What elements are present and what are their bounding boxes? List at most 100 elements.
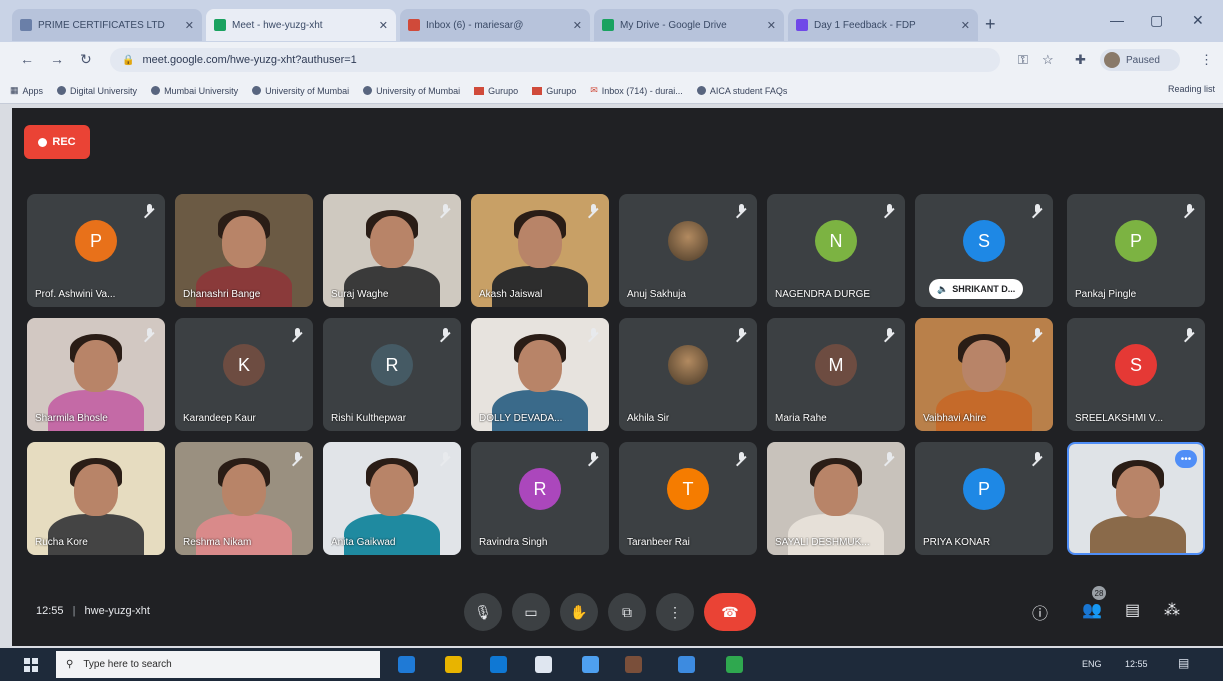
participant-tile[interactable]: Dhanashri Bange — [175, 194, 313, 307]
raise-hand-button[interactable]: ✋ — [560, 593, 598, 631]
bookmark-item[interactable]: ▦ Apps — [10, 85, 43, 96]
lock-icon: 🔒 — [122, 54, 135, 66]
more-options-icon[interactable]: ••• — [1175, 450, 1197, 468]
browser-tab[interactable]: Meet - hwe-yuzg-xht ✕ — [206, 9, 396, 41]
mic-muted-icon — [588, 452, 599, 466]
participant-tile[interactable]: Anita Gaikwad — [323, 442, 461, 555]
tab-close-icon[interactable]: ✕ — [379, 19, 388, 32]
close-window-button[interactable]: ✕ — [1192, 12, 1204, 29]
participant-tile[interactable]: T Taranbeer Rai — [619, 442, 757, 555]
mic-muted-icon — [292, 452, 303, 466]
mic-muted-icon — [440, 452, 451, 466]
taskbar-app-icon[interactable] — [678, 656, 695, 673]
bookmark-label: Gurupo — [546, 85, 577, 96]
end-call-button[interactable]: ☎ — [704, 593, 756, 631]
taskbar-app-icon[interactable] — [582, 656, 599, 673]
reload-button[interactable]: ↻ — [80, 51, 92, 68]
participant-tile[interactable]: DOLLY DEVADA... — [471, 318, 609, 431]
present-button[interactable]: ⧉ — [608, 593, 646, 631]
participant-tile[interactable]: Akhila Sir — [619, 318, 757, 431]
participant-tile[interactable]: R Rishi Kulthepwar — [323, 318, 461, 431]
participant-figure — [370, 216, 414, 268]
reading-list-button[interactable]: Reading list — [1168, 84, 1215, 94]
participant-tile[interactable]: K Karandeep Kaur — [175, 318, 313, 431]
minimize-button[interactable]: — — [1110, 12, 1124, 28]
bookmark-item[interactable]: Digital University — [57, 86, 137, 96]
taskbar-app-icon[interactable] — [726, 656, 743, 673]
participant-tile[interactable]: M Maria Rahe — [767, 318, 905, 431]
tab-title: PRIME CERTIFICATES LTD — [38, 19, 165, 31]
participant-figure — [344, 266, 440, 307]
participant-tile[interactable]: Reshma Nikam — [175, 442, 313, 555]
taskbar-app-icon[interactable] — [445, 656, 462, 673]
record-dot-icon — [38, 137, 48, 147]
taskbar-app-icon[interactable] — [398, 656, 415, 673]
maximize-button[interactable]: ▢ — [1150, 12, 1163, 29]
bookmark-item[interactable]: Gurupo — [474, 86, 518, 96]
taskbar-app-icon[interactable] — [625, 656, 642, 673]
mic-muted-icon — [588, 204, 599, 218]
bookmark-item[interactable]: AICA student FAQs — [696, 86, 787, 96]
notifications-icon[interactable]: ▤ — [1178, 656, 1189, 670]
participant-initial-avatar: M — [815, 344, 857, 387]
tab-close-icon[interactable]: ✕ — [573, 19, 582, 32]
tab-close-icon[interactable]: ✕ — [961, 19, 970, 32]
participant-count-badge: 28 — [1092, 586, 1106, 600]
browser-tab[interactable]: Inbox (6) - mariesar@ ✕ — [400, 9, 590, 41]
participant-tile[interactable]: P PRIYA KONAR — [915, 442, 1053, 555]
bookmark-site-icon — [363, 86, 373, 95]
participant-tile[interactable]: Vaibhavi Ahire — [915, 318, 1053, 431]
tab-favicon-icon — [796, 19, 808, 31]
star-icon[interactable]: ☆ — [1042, 52, 1054, 68]
participant-tile[interactable]: SAYALI DESHMUK... — [767, 442, 905, 555]
taskbar-app-icon[interactable] — [535, 656, 552, 673]
participant-tile[interactable]: P Prof. Ashwini Va... — [27, 194, 165, 307]
activities-icon[interactable]: ⁂ — [1164, 600, 1180, 620]
browser-tab[interactable]: PRIME CERTIFICATES LTD ✕ — [12, 9, 202, 41]
more-options-button[interactable]: ⋮ — [656, 593, 694, 631]
bookmark-item[interactable]: ✉ Inbox (714) - durai... — [590, 85, 683, 96]
participant-tile[interactable]: P Pankaj Pingle — [1067, 194, 1205, 307]
browser-tab[interactable]: Day 1 Feedback - FDP ✕ — [788, 9, 978, 41]
new-tab-button[interactable]: + — [985, 14, 996, 35]
participant-tile[interactable]: N NAGENDRA DURGE — [767, 194, 905, 307]
participant-tile[interactable]: ••• — [1067, 442, 1205, 555]
participant-tile[interactable]: Rucha Kore — [27, 442, 165, 555]
info-icon[interactable]: ⓘ — [1032, 600, 1048, 624]
bookmark-item[interactable]: Mumbai University — [151, 86, 238, 96]
participant-tile[interactable]: Anuj Sakhuja — [619, 194, 757, 307]
camera-button[interactable]: ▭ — [512, 593, 550, 631]
participant-name: SHRIKANT D... — [952, 284, 1016, 294]
participant-tile[interactable]: S SREELAKSHMI V... — [1067, 318, 1205, 431]
participant-tile[interactable]: R Ravindra Singh — [471, 442, 609, 555]
browser-tab[interactable]: My Drive - Google Drive ✕ — [594, 9, 784, 41]
taskbar-app-icon[interactable] — [490, 656, 507, 673]
url-field[interactable]: 🔒 meet.google.com/hwe-yuzg-xht?authuser=… — [110, 48, 1000, 72]
back-button[interactable]: ← — [20, 51, 34, 67]
taskbar-search[interactable]: ⚲ Type here to search — [56, 651, 380, 678]
participant-name: DOLLY DEVADA... — [479, 413, 563, 424]
participant-tile[interactable]: S 🔈 SHRIKANT D... — [915, 194, 1053, 307]
windows-start-icon[interactable] — [24, 658, 38, 672]
participant-initial-avatar: N — [815, 220, 857, 263]
participant-tile[interactable]: Akash Jaiswal — [471, 194, 609, 307]
participant-tile[interactable]: Sharmila Bhosle — [27, 318, 165, 431]
key-icon[interactable]: ⚿ — [1018, 52, 1028, 68]
browser-menu-icon[interactable]: ⋮ — [1200, 52, 1213, 68]
participant-figure — [788, 514, 884, 555]
participant-tile[interactable]: Suraj Waghe — [323, 194, 461, 307]
chat-icon[interactable]: ▤ — [1125, 600, 1140, 620]
participant-name: SAYALI DESHMUK... — [775, 537, 870, 548]
tab-favicon-icon — [602, 19, 614, 31]
bookmark-item[interactable]: Gurupo — [532, 86, 576, 96]
bookmark-item[interactable]: University of Mumbai — [252, 86, 349, 96]
extensions-icon[interactable]: ✚ — [1075, 52, 1086, 68]
tab-close-icon[interactable]: ✕ — [185, 19, 194, 32]
people-icon[interactable]: 👥 — [1082, 600, 1102, 620]
forward-button[interactable]: → — [50, 51, 64, 67]
bookmark-site-icon — [252, 86, 262, 95]
profile-button[interactable]: Paused — [1100, 49, 1180, 71]
mic-button[interactable]: 🎙 — [464, 593, 502, 631]
bookmark-item[interactable]: University of Mumbai — [363, 86, 460, 96]
tab-close-icon[interactable]: ✕ — [767, 19, 776, 32]
